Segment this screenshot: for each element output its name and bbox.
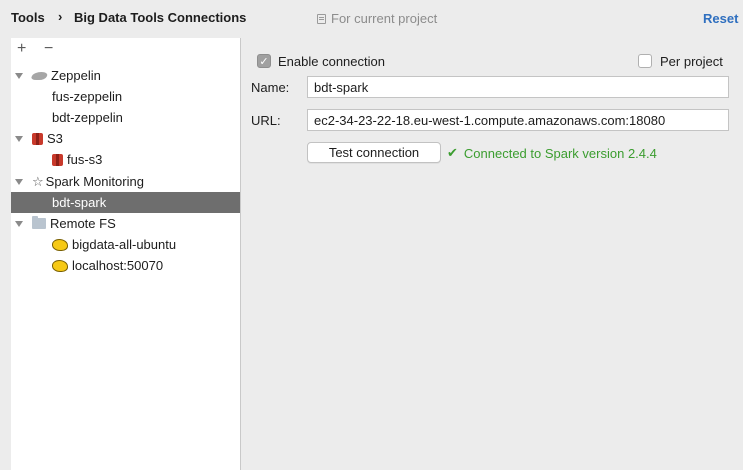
scope-hint-label: For current project — [331, 11, 438, 26]
per-project-checkbox[interactable] — [638, 54, 652, 68]
tree-item-label: fus-zeppelin — [52, 89, 123, 104]
tree-group-label: Remote FS — [50, 216, 116, 231]
reset-link[interactable]: Reset — [703, 11, 738, 26]
remove-connection-button[interactable]: − — [44, 40, 53, 58]
enable-connection-label[interactable]: Enable connection — [278, 54, 385, 69]
tree-item-bdt-spark[interactable]: bdt-spark — [11, 192, 240, 213]
s3-icon — [32, 132, 43, 145]
per-project-label[interactable]: Per project — [660, 54, 723, 69]
breadcrumb-separator: › — [58, 9, 63, 24]
name-input[interactable]: bdt-spark — [307, 76, 729, 98]
expand-arrow-icon[interactable] — [15, 135, 23, 142]
s3-icon — [52, 153, 63, 166]
tree-group-zeppelin[interactable]: Zeppelin — [11, 65, 240, 86]
connection-status-text: Connected to Spark version 2.4.4 — [463, 145, 657, 161]
tree-group-label: S3 — [47, 131, 63, 146]
connections-tree-panel: + − Zeppelin fus-zeppelin bdt-zeppelin S… — [11, 38, 241, 470]
name-field-label: Name: — [251, 80, 290, 95]
expand-arrow-icon[interactable] — [15, 72, 23, 79]
expand-arrow-icon[interactable] — [15, 178, 23, 185]
tree-item-label: fus-s3 — [67, 152, 103, 167]
tree-group-s3[interactable]: S3 — [11, 128, 240, 149]
success-check-icon: ✔ — [447, 145, 458, 160]
enable-connection-checkbox[interactable]: ✓ — [257, 54, 271, 68]
tree-group-label: Zeppelin — [51, 68, 101, 83]
tree-item-label: bigdata-all-ubuntu — [72, 237, 177, 252]
tree-item-bdt-zeppelin[interactable]: bdt-zeppelin — [11, 107, 240, 128]
tree-group-label: Spark Monitoring — [45, 174, 144, 189]
hadoop-elephant-icon — [52, 238, 68, 251]
tree-item-label: bdt-zeppelin — [52, 110, 123, 125]
page-title: Big Data Tools Connections — [74, 10, 247, 25]
tree-item-fus-zeppelin[interactable]: fus-zeppelin — [11, 86, 240, 107]
zeppelin-icon — [30, 71, 49, 80]
test-connection-button[interactable]: Test connection — [307, 142, 441, 163]
connection-status: ✔ Connected to Spark version 2.4.4 — [447, 145, 657, 161]
spark-star-icon: ☆ — [32, 174, 44, 189]
expand-arrow-icon[interactable] — [15, 220, 23, 227]
add-connection-button[interactable]: + — [17, 40, 26, 58]
tree-item-bigdata-all-ubuntu[interactable]: bigdata-all-ubuntu — [11, 234, 240, 255]
project-scope-icon — [317, 13, 326, 24]
tree-item-localhost[interactable]: localhost:50070 — [11, 255, 240, 276]
tree-item-label: localhost:50070 — [72, 258, 164, 273]
url-field-label: URL: — [251, 113, 281, 128]
scope-hint: For current project — [317, 11, 437, 26]
hadoop-elephant-icon — [52, 259, 68, 272]
remote-folder-icon — [32, 216, 46, 229]
connection-settings-panel: ✓ Enable connection Per project Name: bd… — [242, 38, 743, 470]
url-input[interactable]: ec2-34-23-22-18.eu-west-1.compute.amazon… — [307, 109, 729, 131]
tree-item-fus-s3[interactable]: fus-s3 — [11, 149, 240, 170]
tree-item-label: bdt-spark — [52, 195, 107, 210]
checkmark-icon: ✓ — [259, 55, 269, 68]
tree-group-spark-monitoring[interactable]: ☆ Spark Monitoring — [11, 171, 240, 192]
tree-group-remote-fs[interactable]: Remote FS — [11, 213, 240, 234]
header: Tools › Big Data Tools Connections For c… — [0, 0, 743, 38]
breadcrumb-root[interactable]: Tools — [11, 10, 45, 25]
